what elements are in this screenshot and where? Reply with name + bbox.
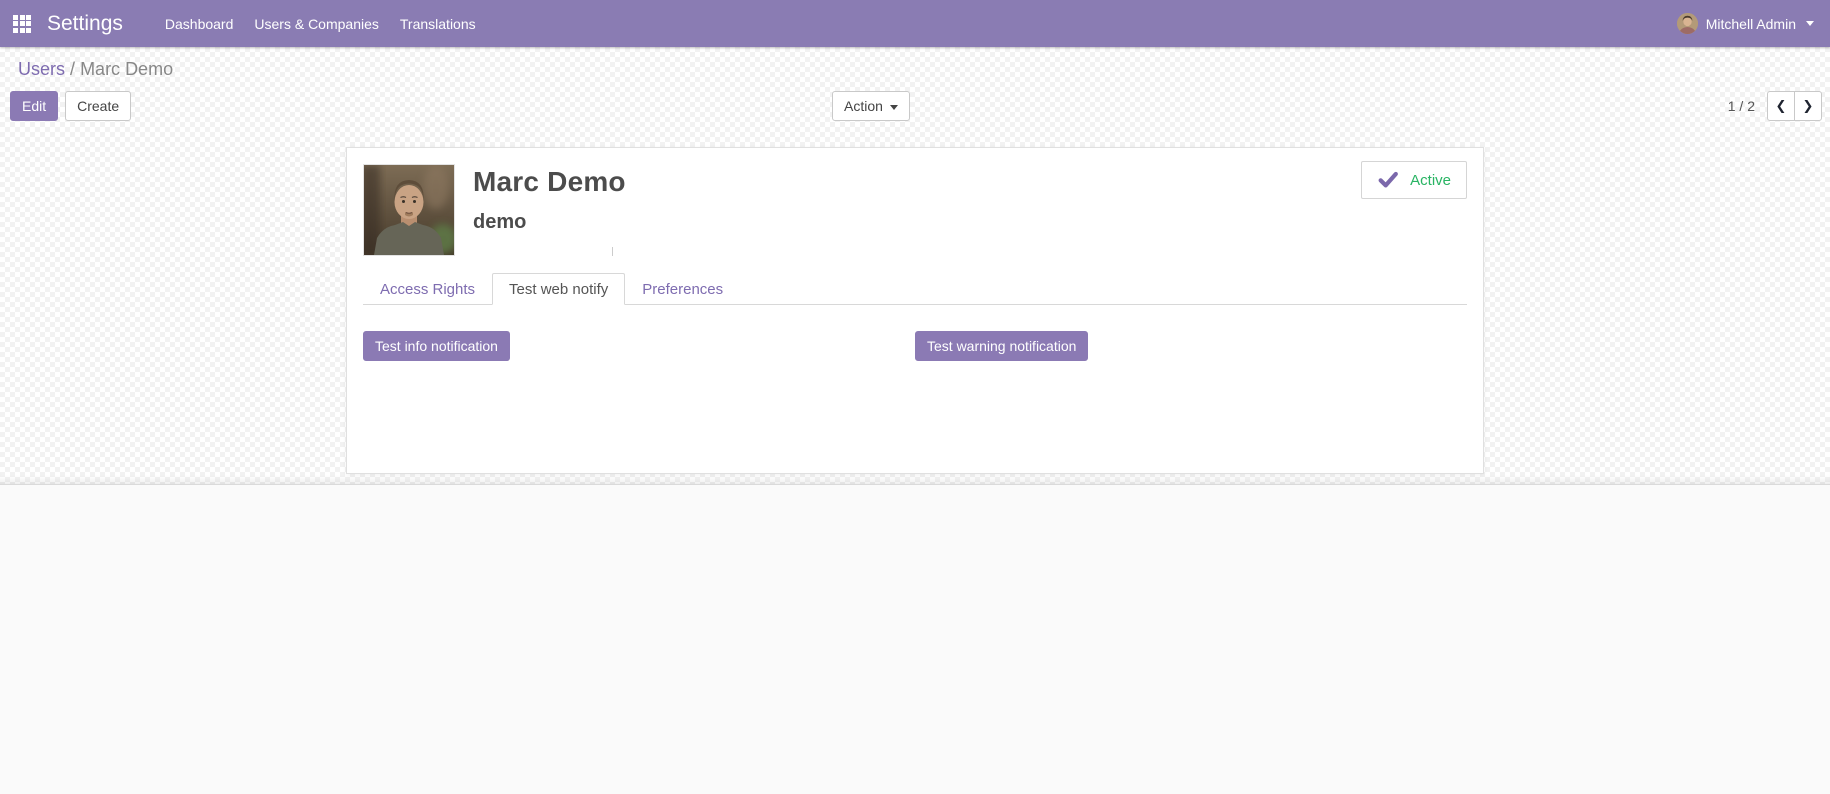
grid-icon [13, 14, 31, 33]
page-footer-background [0, 485, 1830, 794]
pager-next-button[interactable]: ❯ [1794, 91, 1822, 121]
main-menu-bar: Dashboard Users & Companies Translations [165, 16, 476, 32]
test-warning-notification-button[interactable]: Test warning notification [915, 331, 1089, 361]
record-titles: Marc Demo demo [473, 164, 626, 256]
edit-button[interactable]: Edit [10, 91, 59, 121]
chevron-down-icon [1806, 21, 1814, 26]
tab-panel-test-web-notify: Test info notification Test warning noti… [363, 305, 1467, 455]
status-label: Active [1410, 171, 1451, 189]
pager-previous-button[interactable]: ❮ [1767, 91, 1795, 121]
active-status-toggle[interactable]: Active [1361, 161, 1467, 199]
breadcrumb-users-link[interactable]: Users [18, 59, 65, 79]
menu-translations[interactable]: Translations [400, 16, 476, 32]
create-button[interactable]: Create [65, 91, 132, 121]
apps-menu-icon[interactable] [9, 11, 35, 37]
menu-users-companies[interactable]: Users & Companies [254, 16, 379, 32]
empty-field-tick [612, 247, 613, 256]
right-column: Test warning notification [915, 331, 1467, 455]
user-form-card: Marc Demo demo Active Access Rights Test… [346, 147, 1484, 474]
breadcrumb-current: Marc Demo [80, 59, 174, 79]
check-icon [1377, 168, 1399, 193]
form-view-background: Users / Marc Demo Edit Create Action 1 /… [0, 47, 1830, 485]
tab-preferences[interactable]: Preferences [625, 273, 740, 305]
chevron-left-icon: ❮ [1775, 98, 1787, 114]
user-menu[interactable]: Mitchell Admin [1676, 13, 1814, 34]
breadcrumb: Users / Marc Demo [0, 53, 1830, 86]
chevron-right-icon: ❯ [1802, 98, 1814, 114]
tab-access-rights[interactable]: Access Rights [363, 273, 492, 305]
breadcrumb-separator: / [70, 59, 76, 79]
tab-test-web-notify[interactable]: Test web notify [492, 273, 626, 305]
app-title[interactable]: Settings [47, 12, 123, 36]
top-navbar: Settings Dashboard Users & Companies Tra… [0, 0, 1830, 47]
record-login: demo [473, 211, 527, 233]
chevron-down-icon [889, 104, 898, 110]
control-panel: Edit Create Action 1 / 2 ❮ ❯ [0, 91, 1830, 121]
notebook-tabs: Access Rights Test web notify Preference… [363, 273, 1467, 305]
menu-dashboard[interactable]: Dashboard [165, 16, 234, 32]
record-title: Marc Demo [473, 166, 626, 197]
left-column: Test info notification [363, 331, 915, 455]
user-name: Mitchell Admin [1705, 15, 1796, 32]
action-label: Action [844, 98, 883, 114]
action-dropdown[interactable]: Action [832, 91, 910, 121]
profile-photo [363, 164, 455, 256]
record-header: Marc Demo demo Active [363, 161, 1467, 256]
test-info-notification-button[interactable]: Test info notification [363, 331, 510, 361]
pager: ❮ ❯ [1767, 91, 1822, 121]
user-menu-avatar [1676, 13, 1698, 34]
pager-value: 1 / 2 [1727, 98, 1755, 114]
